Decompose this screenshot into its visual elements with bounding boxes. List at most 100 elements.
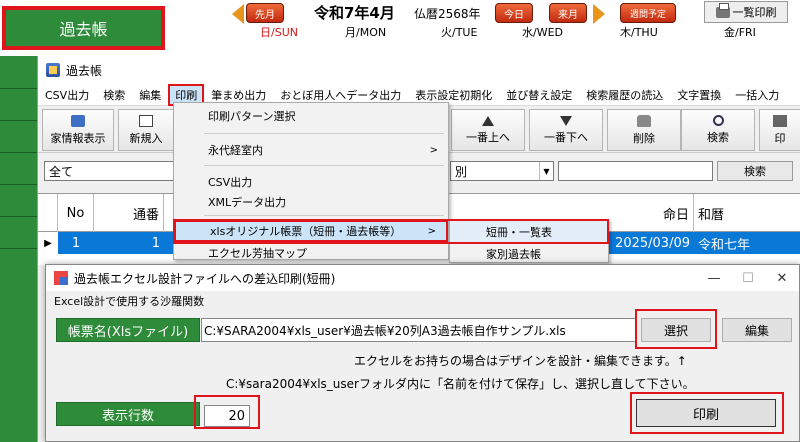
menu-eitaikyo-label: 永代経室内 [208,144,263,157]
close-icon[interactable]: ✕ [765,265,799,291]
day-sun: 日/SUN [260,26,298,39]
arrow-up-icon [482,115,494,126]
delete-label: 削除 [633,131,655,145]
rows-input[interactable]: 20 [204,405,250,427]
file-path-value: C:¥SARA2004¥xls_user¥過去帳¥20列A3過去帳自作サンプル.… [204,323,566,338]
family-info-button[interactable]: 家情報表示 [42,109,114,151]
col-wareki[interactable]: 和暦 [694,194,800,232]
move-bottom-button[interactable]: 一番下へ [529,109,603,151]
strip-divider [0,152,37,153]
strip-divider [0,88,37,89]
dialog-subtitle: Excel設計で使用する沙羅関数 [54,295,205,308]
filter-combo-value: 全て [49,164,74,179]
strip-divider [0,184,37,185]
print-list-button[interactable]: 一覧印刷 [704,1,788,23]
menu-print-pattern[interactable]: 印刷パターン選択 [174,105,448,127]
day-wed: 水/WED [522,26,564,39]
menu-history[interactable]: 検索履歴の読込 [579,84,670,106]
delete-button[interactable]: 削除 [607,109,681,151]
new-button[interactable]: 新規入 [118,109,174,151]
filter-combo-all[interactable]: 全て [44,161,174,181]
menu-eitaikyo[interactable]: 永代経室内 > [174,139,448,161]
new-label: 新規入 [129,131,163,145]
menu-xls-original[interactable]: xlsオリジナル帳票（短冊・過去帳等） > [174,220,448,242]
day-mon: 月/MON [345,26,387,39]
window-controls: — ☐ ✕ [697,265,799,291]
move-bottom-label: 一番下へ [544,130,588,144]
menu-search[interactable]: 検索 [96,84,132,106]
rows-value: 20 [228,408,245,424]
strip-divider [0,120,37,121]
chevron-right-icon: > [427,225,436,237]
menu-csv-output[interactable]: CSV出力 [174,171,448,193]
menu-bulk[interactable]: 一括入力 [728,84,786,106]
book-icon [46,63,60,77]
move-top-button[interactable]: 一番上へ [451,109,525,151]
green-strip [0,56,37,442]
maximize-icon[interactable]: ☐ [731,265,765,291]
filter-combo-kind-value: 別 [455,164,468,179]
cell-no[interactable]: 1 [58,232,94,254]
menu-replace[interactable]: 文字置換 [670,84,728,106]
filter-combo-kind[interactable]: 別 ▼ [450,161,554,181]
search-icon [712,115,724,126]
next-month-button[interactable]: 来月 [549,3,587,23]
print-button[interactable]: 印 [759,109,800,151]
cell-tsuuban[interactable]: 1 [94,232,164,254]
prev-arrow-icon[interactable] [232,4,244,24]
menu-separator [204,215,444,216]
calendar-header: 先月 令和7年4月 仏暦2568年 今日 来月 週間予定 一覧印刷 日/SUN … [168,0,800,56]
new-document-icon [139,114,153,127]
note-save: C:¥sara2004¥xls_userフォルダ内に「名前を付けて保存」し、選択… [226,377,695,391]
note-design: エクセルをお持ちの場合はデザインを設計・編集できます。↑ [354,354,687,368]
next-arrow-icon[interactable] [593,4,605,24]
family-info-label: 家情報表示 [50,131,106,145]
buddhist-year: 仏暦2568年 [414,7,481,21]
strip-divider [0,216,37,217]
month-title: 令和7年4月 [314,4,395,22]
dialog-titlebar: 過去帳エクセル設計ファイルへの差込印刷(短冊) — ☐ ✕ [46,265,799,291]
row-pointer-icon: ▶ [44,237,52,249]
menu-separator [204,133,444,134]
dialog-title: 過去帳エクセル設計ファイルへの差込印刷(短冊) [74,271,336,286]
print-list-label: 一覧印刷 [732,6,777,19]
minimize-icon[interactable]: — [697,265,731,291]
filter-search-button[interactable]: 検索 [717,161,793,181]
select-button[interactable]: 選択 [641,318,711,342]
edit-button[interactable]: 編集 [722,318,792,342]
printer-icon [715,2,730,18]
col-meinichi[interactable]: 命日 [594,194,694,232]
search-button[interactable]: 検索 [681,109,755,151]
arrow-down-icon [560,115,572,126]
menu-sort[interactable]: 並び替え設定 [499,84,579,106]
weekly-schedule-button[interactable]: 週間予定 [620,3,676,23]
menu-xml-output[interactable]: XMLデータ出力 [174,191,448,213]
menu-separator [204,165,444,166]
menu-excel-map[interactable]: エクセル芳抽マップ [174,245,448,261]
move-top-label: 一番上へ [466,130,510,144]
menu-edit[interactable]: 編集 [132,84,168,106]
search-input[interactable] [558,161,713,181]
dialog-print-button[interactable]: 印刷 [636,399,776,427]
menu-csv[interactable]: CSV出力 [38,84,96,106]
print-label: 印 [774,131,786,145]
col-tsuuban[interactable]: 通番 [94,194,164,232]
col-no[interactable]: No [58,194,94,232]
menu-xls-original-label: xlsオリジナル帳票（短冊・過去帳等） [210,225,402,238]
file-path-field[interactable]: C:¥SARA2004¥xls_user¥過去帳¥20列A3過去帳自作サンプル.… [201,318,637,342]
window-titlebar: 過去帳 [38,56,800,84]
submenu-family-kakocho[interactable]: 家別過去帳 [450,243,608,265]
day-fri: 金/FRI [724,26,756,39]
submenu-tanzaku[interactable]: 短冊・一覧表 [450,221,608,243]
prev-month-button[interactable]: 先月 [246,3,284,23]
xls-submenu: 短冊・一覧表 家別過去帳 [449,219,609,263]
app-icon [54,271,68,285]
chevron-right-icon: > [429,144,438,156]
search-label: 検索 [707,131,729,144]
chevron-down-icon[interactable]: ▼ [539,162,553,180]
kakocho-tab[interactable]: 過去帳 [2,6,165,50]
excel-print-dialog: 過去帳エクセル設計ファイルへの差込印刷(短冊) — ☐ ✕ Excel設計で使用… [45,264,800,442]
cell-meinichi[interactable]: 2025/03/09 [594,232,694,254]
today-button[interactable]: 今日 [495,3,533,23]
cell-wareki[interactable]: 令和七年 [694,232,800,254]
